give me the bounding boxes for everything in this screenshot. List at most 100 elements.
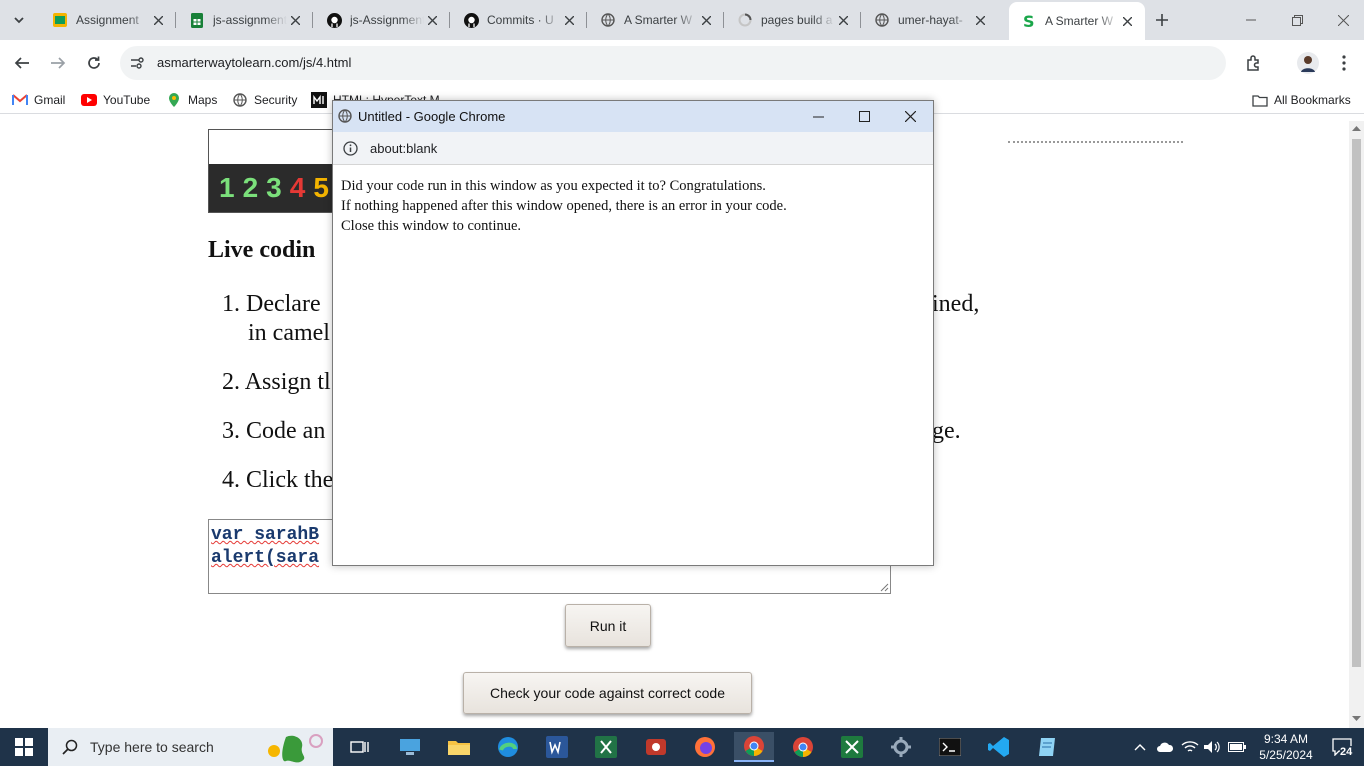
popup-maximize-button[interactable]	[849, 101, 879, 132]
tab-8[interactable]: S A Smarter W	[1009, 2, 1145, 40]
taskbar-app-excel[interactable]	[586, 732, 626, 762]
address-bar[interactable]: asmarterwaytolearn.com/js/4.html	[120, 46, 1226, 80]
close-window-button[interactable]	[1320, 0, 1364, 40]
forward-button[interactable]	[44, 49, 72, 77]
back-button[interactable]	[8, 49, 36, 77]
close-tab-icon[interactable]	[287, 12, 303, 28]
youtube-icon	[81, 92, 97, 108]
clock[interactable]: 9:34 AM 5/25/2024	[1252, 731, 1320, 763]
tab-7[interactable]: umer-hayat-	[862, 6, 998, 34]
tab-title: js-Assignment	[350, 13, 424, 27]
message-line: Did your code run in this window as you …	[341, 178, 766, 194]
tab-1[interactable]: Assignment	[40, 6, 176, 34]
maximize-icon	[858, 111, 870, 122]
volume-tray[interactable]	[1200, 732, 1224, 762]
taskbar-app-settings-gear[interactable]	[881, 732, 921, 762]
close-tab-icon[interactable]	[561, 12, 577, 28]
popup-window: Untitled - Google Chrome about:blank Did…	[332, 100, 934, 566]
tab-search-button[interactable]	[6, 7, 32, 33]
bookmark-security[interactable]: Security	[232, 92, 297, 108]
close-tab-icon[interactable]	[424, 12, 440, 28]
run-it-button[interactable]: Run it	[565, 604, 651, 647]
close-tab-icon[interactable]	[698, 12, 714, 28]
chapter-number: 2	[242, 172, 259, 203]
tab-separator	[449, 12, 450, 28]
avatar-icon	[1297, 52, 1319, 74]
restore-button[interactable]	[1274, 0, 1320, 40]
taskbar-app-chrome-profile[interactable]	[783, 732, 823, 762]
reload-icon	[88, 56, 100, 69]
taskbar-search[interactable]: Type here to search	[48, 728, 333, 766]
close-icon	[1337, 14, 1349, 26]
battery-tray[interactable]	[1225, 732, 1249, 762]
menu-button[interactable]	[1330, 49, 1358, 77]
step-1-line-2: in camel	[248, 320, 330, 346]
svg-text:S: S	[1023, 13, 1035, 29]
step-4: 4. Click the	[222, 467, 333, 494]
taskbar-app-edge[interactable]	[488, 732, 528, 762]
taskbar-app-recorder[interactable]	[636, 732, 676, 762]
task-view-button[interactable]	[340, 732, 380, 762]
step-number: 1.	[222, 291, 240, 317]
scrollbar-thumb[interactable]	[1352, 139, 1361, 667]
popup-minimize-button[interactable]	[803, 101, 833, 132]
all-bookmarks-button[interactable]: All Bookmarks	[1252, 92, 1351, 108]
puzzle-icon	[1247, 55, 1259, 71]
search-icon	[62, 739, 78, 755]
maps-icon	[166, 92, 182, 108]
close-tab-icon[interactable]	[1119, 13, 1135, 29]
start-button[interactable]	[4, 732, 44, 762]
code-line: alert(sara	[211, 548, 320, 568]
tab-title: Commits · U	[487, 13, 554, 27]
new-tab-button[interactable]	[1149, 7, 1175, 33]
resize-grip-icon	[880, 583, 889, 592]
profile-avatar[interactable]	[1294, 49, 1322, 77]
taskbar-app-file-explorer[interactable]	[439, 732, 479, 762]
step-text: Click the	[246, 467, 334, 493]
tab-2[interactable]: js-assignment	[177, 6, 313, 34]
word-icon	[546, 736, 568, 758]
tab-6[interactable]: pages build a	[725, 6, 861, 34]
edge-icon	[498, 737, 518, 757]
taskbar-app-firefox[interactable]	[685, 732, 725, 762]
check-code-button[interactable]: Check your code against correct code	[463, 672, 752, 714]
network-tray[interactable]	[1178, 732, 1202, 762]
taskbar-app-word[interactable]	[537, 732, 577, 762]
vscode-icon	[988, 737, 1009, 757]
bookmark-youtube[interactable]: YouTube	[81, 92, 150, 108]
chevron-up-icon	[1134, 744, 1146, 751]
reload-button[interactable]	[80, 49, 108, 77]
tab-separator	[860, 12, 861, 28]
onedrive-tray[interactable]	[1153, 732, 1177, 762]
taskbar-app-terminal[interactable]	[930, 732, 970, 762]
tab-separator	[723, 12, 724, 28]
taskbar-app-sheets[interactable]	[832, 732, 872, 762]
taskbar-app-explorer-pc[interactable]	[390, 732, 430, 762]
tab-5[interactable]: A Smarter W	[588, 6, 724, 34]
step-text: Code an	[246, 418, 326, 444]
github-icon	[326, 12, 342, 28]
bookmark-gmail[interactable]: Gmail	[12, 92, 65, 108]
popup-title-bar[interactable]: Untitled - Google Chrome	[333, 101, 933, 132]
chrome-icon	[744, 736, 764, 756]
github-icon	[463, 12, 479, 28]
minimize-button[interactable]	[1228, 0, 1274, 40]
close-tab-icon[interactable]	[835, 12, 851, 28]
bookmark-maps[interactable]: Maps	[166, 92, 217, 108]
taskbar-app-vscode[interactable]	[979, 732, 1019, 762]
step-number: 2.	[222, 369, 240, 395]
popup-address-bar[interactable]: about:blank	[333, 132, 933, 165]
notification-center-button[interactable]: 24	[1322, 732, 1362, 762]
taskbar-app-notepad[interactable]	[1028, 732, 1068, 762]
close-tab-icon[interactable]	[972, 12, 988, 28]
tab-3[interactable]: js-Assignment	[314, 6, 450, 34]
windows-logo-icon	[15, 738, 33, 756]
close-tab-icon[interactable]	[150, 12, 166, 28]
popup-close-button[interactable]	[895, 101, 925, 132]
page-scrollbar[interactable]	[1349, 121, 1364, 728]
chrome-icon	[793, 737, 813, 757]
tab-4[interactable]: Commits · U	[451, 6, 587, 34]
show-hidden-icons-button[interactable]	[1128, 732, 1152, 762]
taskbar-app-chrome-active[interactable]	[734, 732, 774, 762]
extensions-button[interactable]	[1240, 49, 1268, 77]
